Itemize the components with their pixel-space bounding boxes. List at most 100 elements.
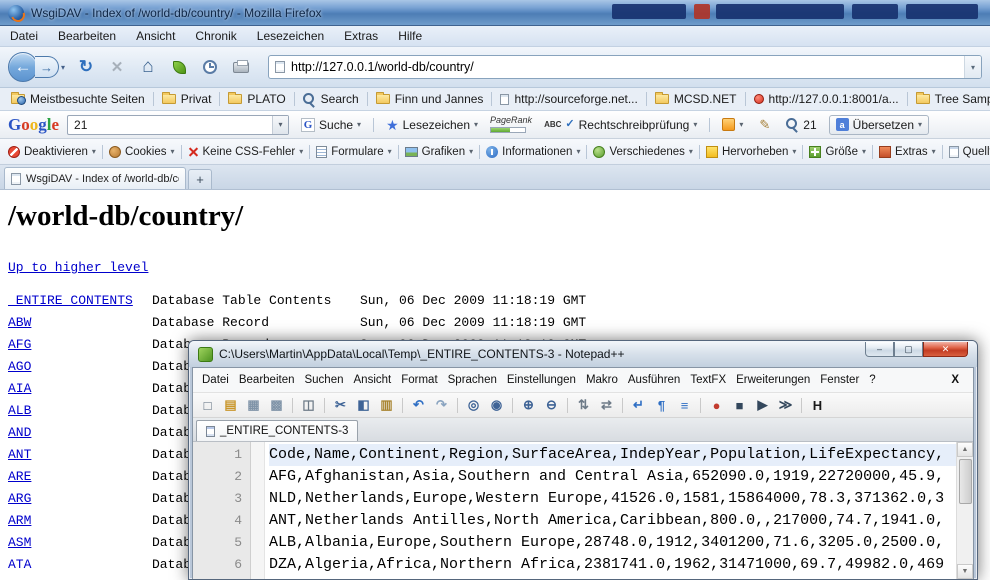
- firefox-menu-bearbeiten[interactable]: Bearbeiten: [58, 29, 116, 43]
- notepad-menu-erweiterungen[interactable]: Erweiterungen: [731, 372, 815, 388]
- record-macro-icon[interactable]: ●: [707, 396, 726, 414]
- directory-entry-link[interactable]: AIA: [8, 378, 31, 400]
- open-folder-icon[interactable]: ▤: [221, 396, 240, 414]
- zoom-in-icon[interactable]: ⊕: [519, 396, 538, 414]
- play-macro-icon[interactable]: ▶: [753, 396, 772, 414]
- address-bar[interactable]: http://127.0.0.1/world-db/country/ ▾: [268, 55, 982, 79]
- home-button[interactable]: ⌂: [136, 54, 160, 80]
- webdev-item-grafiken[interactable]: Grafiken▾: [401, 144, 477, 160]
- stop-macro-icon[interactable]: ■: [730, 396, 749, 414]
- notepad-menu-suchen[interactable]: Suchen: [299, 372, 348, 388]
- webdev-item-keine-css-fehler[interactable]: Keine CSS-Fehler▾: [184, 144, 308, 160]
- bookmark-item[interactable]: PLATO: [223, 91, 290, 107]
- firefox-titlebar[interactable]: WsgiDAV - Index of /world-db/country/ - …: [0, 0, 990, 26]
- directory-entry-link[interactable]: ABW: [8, 312, 31, 334]
- scrollbar-thumb[interactable]: [959, 459, 972, 504]
- history-dropdown-icon[interactable]: ▾: [59, 63, 67, 72]
- search-history-dropdown[interactable]: ▾: [272, 116, 288, 134]
- print-icon[interactable]: ◫: [299, 396, 318, 414]
- notepad-menu-datei[interactable]: Datei: [197, 372, 234, 388]
- notepad-menu-fenster[interactable]: Fenster: [815, 372, 864, 388]
- webdev-item-gr-e[interactable]: Größe▾: [805, 144, 870, 160]
- notepad-menu-item-12[interactable]: ?: [864, 372, 880, 388]
- undo-icon[interactable]: ↶: [409, 396, 428, 414]
- scroll-down-button[interactable]: ▼: [957, 564, 973, 579]
- show-all-chars-icon[interactable]: ¶: [652, 396, 671, 414]
- directory-entry-link[interactable]: ENTIRE CONTENTS: [8, 290, 133, 312]
- directory-entry-link[interactable]: AND: [8, 422, 31, 444]
- zoom-out-icon[interactable]: ⊖: [542, 396, 561, 414]
- bookmark-item[interactable]: http://127.0.0.1:8001/a...: [749, 91, 904, 107]
- webdev-item-verschiedenes[interactable]: Verschiedenes▾: [589, 144, 696, 160]
- reload-button[interactable]: ↻: [74, 54, 98, 80]
- webdev-item-formulare[interactable]: Formulare▾: [312, 144, 395, 160]
- notepad-menu-format[interactable]: Format: [396, 372, 442, 388]
- back-button[interactable]: ←: [8, 52, 38, 82]
- send-to-button[interactable]: ▾: [718, 116, 747, 133]
- firefox-menu-extras[interactable]: Extras: [344, 29, 378, 43]
- directory-entry-link[interactable]: ARE: [8, 466, 31, 488]
- directory-entry-link[interactable]: ALB: [8, 400, 31, 422]
- google-search-box[interactable]: 21 ▾: [67, 115, 289, 135]
- notepad-titlebar[interactable]: C:\Users\Martin\AppData\Local\Temp\_ENTI…: [189, 341, 977, 367]
- directory-entry-link[interactable]: ANT: [8, 444, 31, 466]
- url-text[interactable]: http://127.0.0.1/world-db/country/: [291, 60, 958, 74]
- html-preview-icon[interactable]: H: [808, 396, 827, 414]
- webdev-item-cookies[interactable]: Cookies▾: [105, 144, 179, 160]
- webdev-item-quelltext[interactable]: Quelltext▾: [945, 144, 990, 160]
- replace-icon[interactable]: ◉: [487, 396, 506, 414]
- webdev-item-informationen[interactable]: Informationen▾: [482, 144, 584, 160]
- spellcheck-button[interactable]: ABC ✓ Rechtschreibprüfung ▾: [540, 116, 701, 134]
- bookmark-item[interactable]: MCSD.NET: [650, 91, 742, 107]
- print-button[interactable]: [229, 54, 253, 80]
- copy-icon[interactable]: ◧: [354, 396, 373, 414]
- directory-entry-link[interactable]: ASM: [8, 532, 31, 554]
- google-search-button[interactable]: G Suche ▾: [297, 116, 365, 134]
- close-button[interactable]: ✕: [923, 342, 968, 357]
- forward-button[interactable]: →: [35, 56, 59, 78]
- editor[interactable]: 123456 Code,Name,Continent,Region,Surfac…: [193, 442, 973, 579]
- notepad-menu-x[interactable]: X: [946, 372, 969, 388]
- new-file-icon[interactable]: □: [198, 396, 217, 414]
- new-tab-button[interactable]: +: [188, 169, 212, 189]
- directory-entry-link[interactable]: AGO: [8, 356, 31, 378]
- addon-button[interactable]: [167, 54, 191, 80]
- directory-entry-link[interactable]: ARG: [8, 488, 31, 510]
- webdev-item-extras[interactable]: Extras▾: [875, 144, 940, 160]
- run-macro-multi-icon[interactable]: ≫: [776, 396, 795, 414]
- notepad-menu-ansicht[interactable]: Ansicht: [349, 372, 397, 388]
- notepad-menu-sprachen[interactable]: Sprachen: [443, 372, 502, 388]
- google-search-value[interactable]: 21: [68, 118, 272, 132]
- find-icon[interactable]: ◎: [464, 396, 483, 414]
- paste-icon[interactable]: ▥: [377, 396, 396, 414]
- pagerank-widget[interactable]: PageRank: [490, 116, 532, 133]
- sync-scroll-h-icon[interactable]: ⇄: [597, 396, 616, 414]
- active-tab[interactable]: WsgiDAV - Index of /world-db/count...: [4, 167, 186, 189]
- indent-guide-icon[interactable]: ≡: [675, 396, 694, 414]
- notepad-menu-bearbeiten[interactable]: Bearbeiten: [234, 372, 300, 388]
- autofill-button[interactable]: ✎: [755, 116, 774, 133]
- history-button[interactable]: [198, 54, 222, 80]
- notepad-menu-einstellungen[interactable]: Einstellungen: [502, 372, 581, 388]
- bookmark-item[interactable]: Finn und Jannes: [371, 91, 489, 107]
- directory-entry-link[interactable]: ATA: [8, 554, 31, 568]
- bookmark-item[interactable]: http://sourceforge.net...: [495, 91, 642, 107]
- notepad-menu-textfx[interactable]: TextFX: [685, 372, 731, 388]
- directory-entry-link[interactable]: AFG: [8, 334, 31, 356]
- firefox-menu-ansicht[interactable]: Ansicht: [136, 29, 175, 43]
- firefox-menu-chronik[interactable]: Chronik: [195, 29, 236, 43]
- translate-button[interactable]: a Übersetzen ▾: [829, 115, 929, 135]
- bookmark-item[interactable]: Tree Samples: [911, 91, 990, 107]
- bookmark-item[interactable]: Meistbesuchte Seiten: [6, 91, 150, 107]
- notepad-menu-ausf-hren[interactable]: Ausführen: [623, 372, 685, 388]
- firefox-menu-datei[interactable]: Datei: [10, 29, 38, 43]
- firefox-menu-lesezeichen[interactable]: Lesezeichen: [257, 29, 324, 43]
- document-tab[interactable]: _ENTIRE_CONTENTS-3: [196, 420, 358, 441]
- stop-button[interactable]: ✕: [105, 54, 129, 80]
- maximize-button[interactable]: ▢: [894, 342, 923, 357]
- highlight-count-button[interactable]: 21: [782, 116, 820, 134]
- up-to-higher-level-link[interactable]: Up to higher level: [8, 260, 148, 276]
- url-history-dropdown[interactable]: ▾: [964, 56, 981, 78]
- word-wrap-icon[interactable]: ↵: [629, 396, 648, 414]
- code-area[interactable]: Code,Name,Continent,Region,SurfaceArea,I…: [265, 442, 956, 579]
